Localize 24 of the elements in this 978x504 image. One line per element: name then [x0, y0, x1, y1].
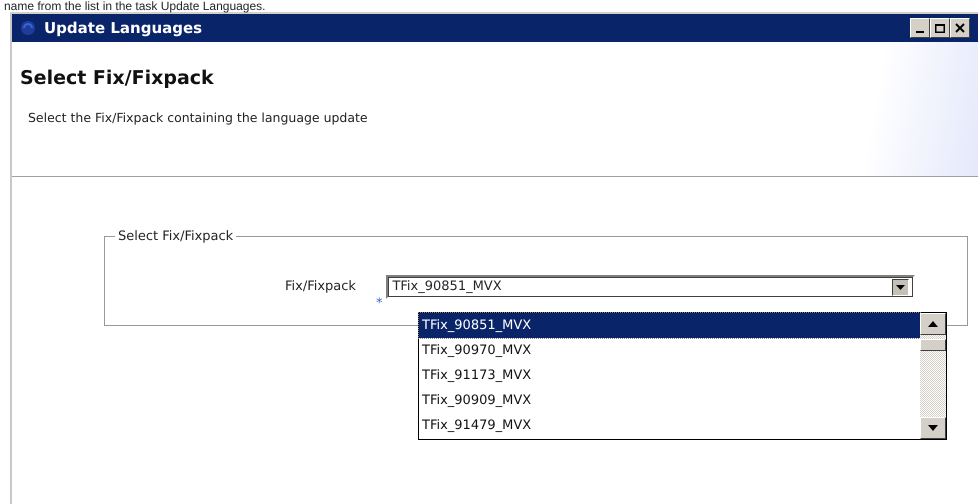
app-icon	[20, 20, 36, 36]
dropdown-option[interactable]: TFix_91479_MVX	[419, 413, 920, 438]
scroll-up-icon[interactable]	[920, 313, 946, 335]
dropdown-option[interactable]: TFix_90909_MVX	[419, 388, 920, 413]
combo-box[interactable]: TFix_90851_MVX	[386, 275, 916, 299]
page-heading: Select Fix/Fixpack	[20, 66, 215, 91]
close-button[interactable]	[950, 18, 970, 38]
combo-value: TFix_90851_MVX	[392, 278, 503, 296]
required-mark: *	[376, 294, 382, 312]
maximize-button[interactable]	[930, 18, 950, 38]
maximize-icon	[935, 24, 945, 32]
caption-text: name from the list in the task Update Languages.	[3, 0, 266, 12]
dropdown-option[interactable]: TFix_90851_MVX	[419, 313, 920, 338]
dropdown-option[interactable]: TFix_91173_MVX	[419, 363, 920, 388]
page-description: Select the Fix/Fixpack containing the language update	[27, 108, 369, 127]
minimize-icon	[916, 31, 924, 33]
scroll-down-icon[interactable]	[920, 417, 946, 439]
minimize-button[interactable]	[910, 18, 930, 38]
field-label: Fix/Fixpack	[285, 278, 356, 296]
close-icon	[955, 23, 965, 33]
scroll-thumb[interactable]	[920, 339, 946, 351]
dropdown-option[interactable]: TFix_90970_MVX	[419, 338, 920, 363]
scrollbar[interactable]	[920, 313, 946, 439]
window-title: Update Languages	[44, 18, 204, 39]
